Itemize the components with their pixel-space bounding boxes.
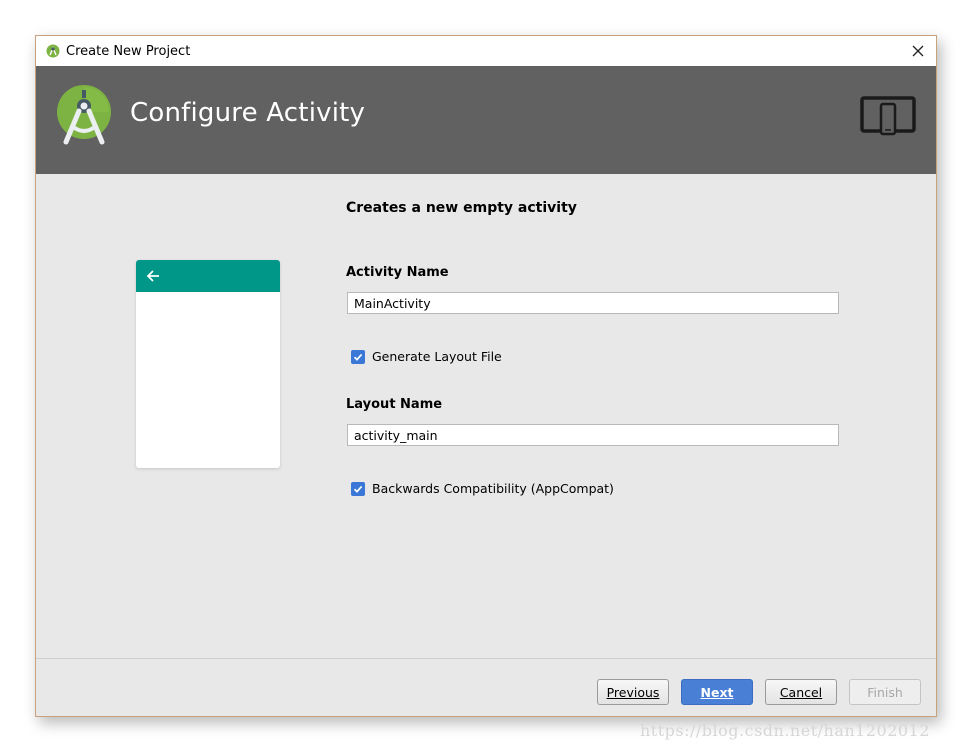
- device-form-factor-icon: [860, 96, 916, 136]
- finish-button[interactable]: Finish: [849, 679, 921, 705]
- activity-name-input[interactable]: [347, 292, 839, 314]
- create-new-project-dialog: Create New Project Configure Activity Cr…: [35, 35, 937, 717]
- generate-layout-checkbox[interactable]: Generate Layout File: [351, 349, 502, 364]
- title-bar: Create New Project: [36, 36, 936, 66]
- close-button[interactable]: [906, 39, 930, 63]
- watermark: https://blog.csdn.net/han1202012: [640, 721, 930, 740]
- activity-preview: [136, 260, 280, 468]
- preview-app-bar: [136, 260, 280, 292]
- generate-layout-label: Generate Layout File: [372, 349, 502, 364]
- previous-button[interactable]: Previous: [597, 679, 669, 705]
- window-title: Create New Project: [66, 43, 191, 59]
- checkbox-checked-icon[interactable]: [351, 481, 365, 496]
- cancel-button[interactable]: Cancel: [765, 679, 837, 705]
- template-description: Creates a new empty activity: [346, 200, 577, 216]
- android-studio-icon: [46, 44, 60, 58]
- appcompat-label: Backwards Compatibility (AppCompat): [372, 481, 614, 496]
- back-arrow-icon: [146, 270, 159, 282]
- activity-name-label: Activity Name: [346, 265, 449, 280]
- layout-name-label: Layout Name: [346, 397, 443, 412]
- layout-name-input[interactable]: [347, 424, 839, 446]
- next-button[interactable]: Next: [681, 679, 753, 705]
- page-title: Configure Activity: [130, 98, 366, 128]
- footer-divider: [36, 658, 936, 659]
- dialog-header: Configure Activity: [36, 66, 936, 174]
- android-studio-logo: [57, 85, 111, 145]
- close-icon: [912, 45, 924, 57]
- checkbox-checked-icon[interactable]: [351, 349, 365, 364]
- appcompat-checkbox[interactable]: Backwards Compatibility (AppCompat): [351, 481, 614, 496]
